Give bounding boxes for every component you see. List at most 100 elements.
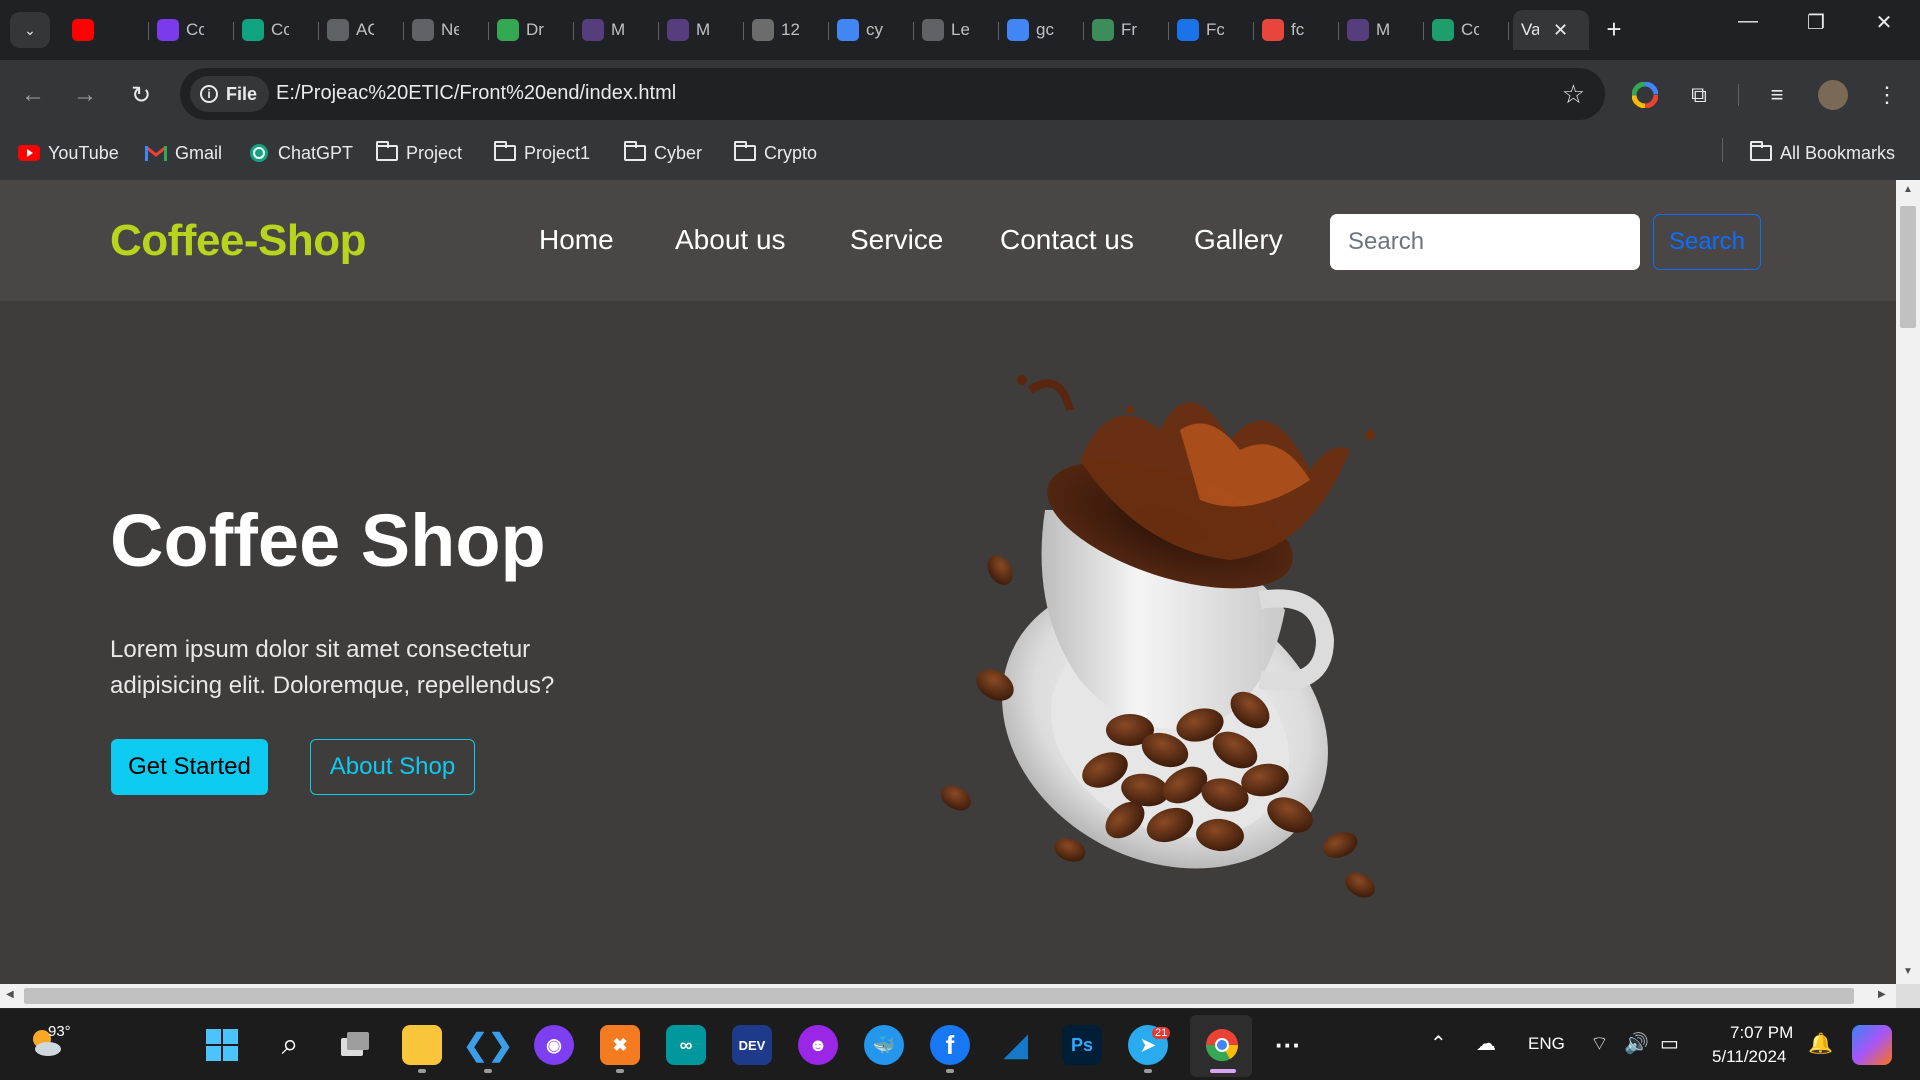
site-search-button[interactable]: Search bbox=[1653, 214, 1761, 270]
robot-icon bbox=[1092, 19, 1114, 41]
more-icon[interactable]: ··· bbox=[1268, 1025, 1308, 1065]
browser-tab[interactable]: gc bbox=[999, 10, 1084, 50]
copilot-icon[interactable] bbox=[1852, 1025, 1892, 1065]
bookmark-gmail[interactable]: Gmail bbox=[145, 140, 222, 166]
active-indicator bbox=[1210, 1069, 1236, 1073]
wifi-icon[interactable]: ⌔ bbox=[1590, 1031, 1609, 1056]
new-tab-button[interactable]: + bbox=[1598, 14, 1630, 45]
bookmark-label: Cyber bbox=[654, 142, 703, 163]
forward-button[interactable]: → bbox=[68, 78, 102, 112]
bookmark-star-icon[interactable]: ☆ bbox=[1562, 79, 1585, 110]
scroll-down-arrow-icon[interactable]: ▼ bbox=[1902, 966, 1914, 977]
toolbar-divider bbox=[1738, 84, 1739, 106]
arduino-icon[interactable]: ∞ bbox=[666, 1025, 706, 1065]
browser-tab[interactable]: 12 bbox=[744, 10, 829, 50]
xampp-icon[interactable]: ✖ bbox=[600, 1025, 640, 1065]
search-icon[interactable]: ⌕ bbox=[270, 1025, 310, 1065]
browser-tab[interactable]: M bbox=[659, 10, 744, 50]
scroll-right-arrow-icon[interactable]: ▶ bbox=[1878, 989, 1886, 1000]
browser-tab[interactable]: fc bbox=[1254, 10, 1339, 50]
about-shop-button[interactable]: About Shop bbox=[310, 739, 475, 795]
arrow-right-icon: → bbox=[73, 81, 97, 108]
browser-tab[interactable]: Dr bbox=[489, 10, 574, 50]
scroll-up-arrow-icon[interactable]: ▲ bbox=[1902, 184, 1914, 195]
browser-tab[interactable]: Cc bbox=[234, 10, 319, 50]
vscode-icon[interactable]: ❮❯ bbox=[463, 1025, 513, 1065]
bookmark-folder-crypto[interactable]: Crypto bbox=[734, 140, 817, 166]
close-window-button[interactable]: ✕ bbox=[1864, 10, 1904, 35]
devcpp-icon[interactable]: DEV bbox=[732, 1025, 772, 1065]
tab-title: AC bbox=[356, 20, 374, 39]
browser-tab[interactable]: Cc bbox=[149, 10, 234, 50]
reload-button[interactable]: ↻ bbox=[124, 78, 158, 112]
clock-date[interactable]: 5/11/2024 bbox=[1712, 1047, 1786, 1067]
bookmark-youtube[interactable]: YouTube bbox=[18, 140, 119, 166]
all-bookmarks-button[interactable]: All Bookmarks bbox=[1750, 140, 1895, 166]
hero-description: Lorem ipsum dolor sit amet consectetur a… bbox=[110, 636, 555, 699]
site-search-input[interactable] bbox=[1330, 214, 1640, 270]
bootstrap-icon bbox=[667, 19, 689, 41]
browser-tab[interactable]: cy bbox=[829, 10, 914, 50]
clock-time[interactable]: 7:07 PM bbox=[1730, 1023, 1793, 1043]
nav-link-home[interactable]: Home bbox=[539, 224, 614, 256]
battery-icon[interactable]: ▭ bbox=[1660, 1031, 1679, 1056]
facebook-icon[interactable]: f bbox=[930, 1025, 970, 1065]
menu-kebab-icon[interactable]: ⋮ bbox=[1872, 80, 1902, 110]
bookmark-chatgpt[interactable]: ChatGPT bbox=[248, 140, 353, 166]
file-explorer-icon[interactable] bbox=[402, 1025, 442, 1065]
scroll-left-arrow-icon[interactable]: ◀ bbox=[6, 989, 14, 1000]
photoshop-icon[interactable]: Ps bbox=[1062, 1025, 1102, 1065]
color-wheel-extension-icon[interactable] bbox=[1630, 80, 1660, 110]
minimize-button[interactable]: — bbox=[1728, 10, 1768, 33]
browser-tab[interactable] bbox=[64, 10, 149, 50]
browser-tab[interactable]: AC bbox=[319, 10, 404, 50]
get-started-button[interactable]: Get Started bbox=[111, 739, 268, 795]
nav-link-contact-us[interactable]: Contact us bbox=[1000, 224, 1134, 256]
onedrive-cloud-icon[interactable]: ☁ bbox=[1476, 1031, 1496, 1056]
task-view-icon[interactable] bbox=[336, 1025, 376, 1065]
site-brand-logo[interactable]: Coffee-Shop bbox=[110, 216, 367, 266]
bookmark-folder-project[interactable]: Project bbox=[376, 140, 462, 166]
media-control-icon[interactable]: ≡ bbox=[1762, 80, 1792, 110]
active-browser-tab[interactable]: Va ✕ bbox=[1513, 10, 1589, 50]
horizontal-scrollbar[interactable]: ◀ ▶ bbox=[0, 984, 1896, 1008]
browser-tab[interactable]: Fc bbox=[1169, 10, 1254, 50]
restore-button[interactable]: ❐ bbox=[1796, 10, 1836, 35]
tor-icon[interactable]: ◉ bbox=[534, 1025, 574, 1065]
browser-tab[interactable]: Le bbox=[914, 10, 999, 50]
extensions-puzzle-icon[interactable]: ⧉ bbox=[1684, 80, 1714, 110]
bookmark-folder-project1[interactable]: Project1 bbox=[494, 140, 590, 166]
nav-link-about-us[interactable]: About us bbox=[675, 224, 786, 256]
browser-tab[interactable]: Fr bbox=[1084, 10, 1169, 50]
tab-search-button[interactable]: ⌄ bbox=[10, 12, 50, 48]
url-text[interactable]: E:/Projeac%20ETIC/Front%20end/index.html bbox=[276, 82, 676, 105]
chevron-up-icon[interactable]: ⌃ bbox=[1430, 1031, 1447, 1056]
vertical-scroll-thumb[interactable] bbox=[1900, 206, 1916, 328]
windows-start-icon[interactable] bbox=[202, 1025, 242, 1065]
mask-icon[interactable]: ☻ bbox=[798, 1025, 838, 1065]
bookmarks-bar: YouTube Gmail ChatGPT Project Project1 C… bbox=[0, 128, 1920, 180]
browser-tab[interactable]: Cc bbox=[1424, 10, 1509, 50]
nav-link-gallery[interactable]: Gallery bbox=[1194, 224, 1283, 256]
volume-icon[interactable]: 🔊 bbox=[1624, 1031, 1649, 1056]
back-button[interactable]: ← bbox=[16, 78, 50, 112]
horizontal-scroll-thumb[interactable] bbox=[24, 988, 1854, 1004]
browser-tab[interactable]: M bbox=[574, 10, 659, 50]
docker-icon[interactable]: 🐳 bbox=[864, 1025, 904, 1065]
browser-tab[interactable]: Ne bbox=[404, 10, 489, 50]
browser-tab[interactable]: M bbox=[1339, 10, 1424, 50]
close-tab-icon[interactable]: ✕ bbox=[1553, 20, 1568, 41]
address-bar[interactable]: i File E:/Projeac%20ETIC/Front%20end/ind… bbox=[180, 68, 1605, 120]
language-indicator[interactable]: ENG bbox=[1528, 1034, 1565, 1054]
nav-link-service[interactable]: Service bbox=[850, 224, 943, 256]
folder-icon bbox=[376, 141, 398, 161]
flag-icon bbox=[1177, 19, 1199, 41]
bookmark-folder-cyber[interactable]: Cyber bbox=[624, 140, 702, 166]
wireshark-icon[interactable]: ◢ bbox=[996, 1025, 1036, 1065]
tab-title: M bbox=[611, 20, 626, 39]
profile-avatar[interactable] bbox=[1818, 80, 1848, 110]
site-info-chip[interactable]: i File bbox=[190, 76, 270, 112]
notification-bell-icon[interactable]: 🔔 bbox=[1808, 1031, 1833, 1056]
vertical-scrollbar[interactable]: ▲ ▼ bbox=[1896, 180, 1920, 984]
chrome-icon[interactable] bbox=[1202, 1025, 1242, 1065]
